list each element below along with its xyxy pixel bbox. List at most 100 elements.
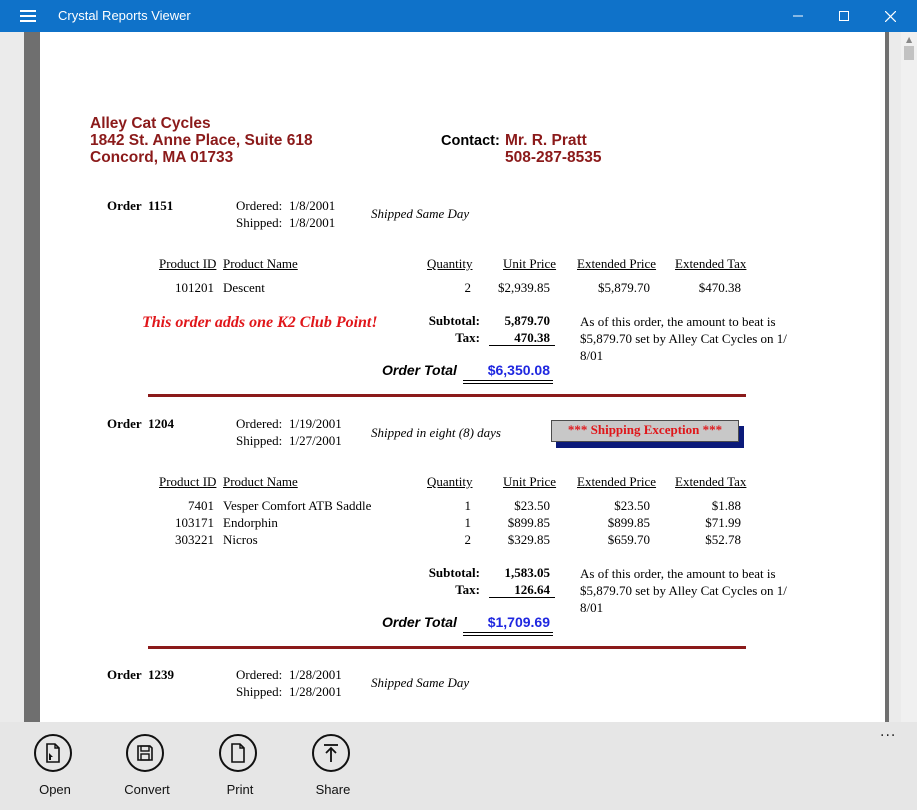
document-icon xyxy=(219,734,257,772)
subtotal-value: 1,583.05 xyxy=(504,565,551,580)
shipped-label: Shipped: xyxy=(236,215,283,230)
total-underline-1 xyxy=(463,380,553,381)
convert-label: Convert xyxy=(124,782,170,797)
record-note-line3: 8/01 xyxy=(580,600,604,615)
maximize-icon xyxy=(839,11,849,21)
company-address-line2: Concord, MA 01733 xyxy=(90,149,234,166)
col-header-unit-price: Unit Price xyxy=(503,474,557,489)
ship-note: Shipped in eight (8) days xyxy=(371,425,501,440)
window-title: Crystal Reports Viewer xyxy=(58,8,191,23)
total-underline-2 xyxy=(463,383,553,384)
tax-value: 126.64 xyxy=(514,582,550,597)
unit-price: $329.85 xyxy=(507,532,550,547)
report-page: Alley Cat Cycles 1842 St. Anne Place, Su… xyxy=(40,32,885,722)
command-bar: Open Convert Print Share ... xyxy=(0,722,917,810)
product-name: Nicros xyxy=(223,532,258,547)
col-header-extended-tax: Extended Tax xyxy=(675,256,747,271)
ship-note: Shipped Same Day xyxy=(371,675,470,690)
open-label: Open xyxy=(39,782,71,797)
unit-price: $899.85 xyxy=(507,515,550,530)
tax-label: Tax: xyxy=(455,582,480,597)
page-shadow-left xyxy=(24,32,40,722)
product-id: 303221 xyxy=(175,532,214,547)
ordered-label: Ordered: xyxy=(236,667,283,682)
record-note-line2: $5,879.70 set by Alley Cat Cycles on 1/ xyxy=(580,583,787,598)
col-header-product-name: Product Name xyxy=(223,256,298,271)
vertical-scrollbar[interactable]: ▲ xyxy=(901,32,917,722)
print-button[interactable]: Print xyxy=(205,734,275,804)
col-header-quantity: Quantity xyxy=(427,474,473,489)
order-separator xyxy=(148,394,746,397)
product-name: Descent xyxy=(223,280,265,295)
report-viewer[interactable]: ▲ Alley Cat Cycles 1842 St. Anne Place, … xyxy=(0,32,917,722)
product-name: Vesper Comfort ATB Saddle xyxy=(223,498,372,513)
share-label: Share xyxy=(315,782,351,797)
extended-price: $899.85 xyxy=(607,515,650,530)
ordered-label: Ordered: xyxy=(236,416,283,431)
tax-value: 470.38 xyxy=(514,330,550,345)
col-header-quantity: Quantity xyxy=(427,256,473,271)
record-note-line2: $5,879.70 set by Alley Cat Cycles on 1/ xyxy=(580,331,787,346)
col-header-product-name: Product Name xyxy=(223,474,298,489)
tax-label: Tax: xyxy=(455,330,480,345)
record-note-line1: As of this order, the amount to beat is xyxy=(580,566,776,581)
open-button[interactable]: Open xyxy=(20,734,90,804)
col-header-extended-price: Extended Price xyxy=(577,256,657,271)
close-button[interactable] xyxy=(867,0,913,32)
contact-phone: 508-287-8535 xyxy=(505,149,602,166)
subtotal-underline xyxy=(489,597,555,598)
extended-tax: $52.78 xyxy=(705,532,741,547)
ordered-label: Ordered: xyxy=(236,198,283,213)
open-icon xyxy=(34,734,72,772)
subtotal-label: Subtotal: xyxy=(428,565,480,580)
more-options-icon[interactable]: ... xyxy=(880,724,896,740)
subtotal-underline xyxy=(489,345,555,346)
record-note-line3: 8/01 xyxy=(580,348,604,363)
maximize-button[interactable] xyxy=(821,0,867,32)
company-address-line1: 1842 St. Anne Place, Suite 618 xyxy=(90,132,313,149)
scrollbar-thumb[interactable] xyxy=(904,46,914,60)
total-underline-1 xyxy=(463,632,553,633)
ship-note: Shipped Same Day xyxy=(371,206,470,221)
order-total-value: $1,709.69 xyxy=(487,614,550,630)
product-id: 103171 xyxy=(175,515,214,530)
unit-price: $23.50 xyxy=(514,498,550,513)
order-number: 1239 xyxy=(148,667,174,682)
convert-button[interactable]: Convert xyxy=(112,734,182,804)
order-total-label: Order Total xyxy=(382,614,457,630)
page-shadow-right xyxy=(885,32,889,722)
product-id: 7401 xyxy=(188,498,214,513)
share-upload-icon xyxy=(312,734,350,772)
ordered-date: 1/8/2001 xyxy=(289,198,336,213)
extended-tax: $470.38 xyxy=(698,280,741,295)
total-underline-2 xyxy=(463,635,553,636)
club-point-note: This order adds one K2 Club Point! xyxy=(142,314,378,331)
order-number: 1151 xyxy=(148,198,174,213)
title-bar: Crystal Reports Viewer xyxy=(0,0,917,32)
scroll-up-arrow-icon[interactable]: ▲ xyxy=(906,35,912,44)
shipped-label: Shipped: xyxy=(236,684,283,699)
minimize-button[interactable] xyxy=(775,0,821,32)
company-name: Alley Cat Cycles xyxy=(90,115,211,132)
order-label: Order xyxy=(107,198,142,213)
extended-tax: $1.88 xyxy=(711,498,741,513)
close-icon xyxy=(884,10,896,22)
subtotal-label: Subtotal: xyxy=(428,313,480,328)
ordered-date: 1/28/2001 xyxy=(289,667,342,682)
product-id: 101201 xyxy=(175,280,214,295)
record-note-line1: As of this order, the amount to beat is xyxy=(580,314,776,329)
contact-name: Mr. R. Pratt xyxy=(505,132,587,149)
hamburger-menu-icon[interactable] xyxy=(20,10,36,22)
order-separator xyxy=(148,646,746,649)
shipped-date: 1/27/2001 xyxy=(289,433,342,448)
extended-price: $659.70 xyxy=(607,532,650,547)
contact-label: Contact: xyxy=(441,133,500,149)
quantity: 2 xyxy=(464,280,472,295)
col-header-extended-price: Extended Price xyxy=(577,474,657,489)
quantity: 1 xyxy=(464,498,472,513)
shipped-label: Shipped: xyxy=(236,433,283,448)
extended-price: $23.50 xyxy=(614,498,650,513)
share-button[interactable]: Share xyxy=(298,734,368,804)
unit-price: $2,939.85 xyxy=(498,280,550,295)
col-header-product-id: Product ID xyxy=(159,474,217,489)
